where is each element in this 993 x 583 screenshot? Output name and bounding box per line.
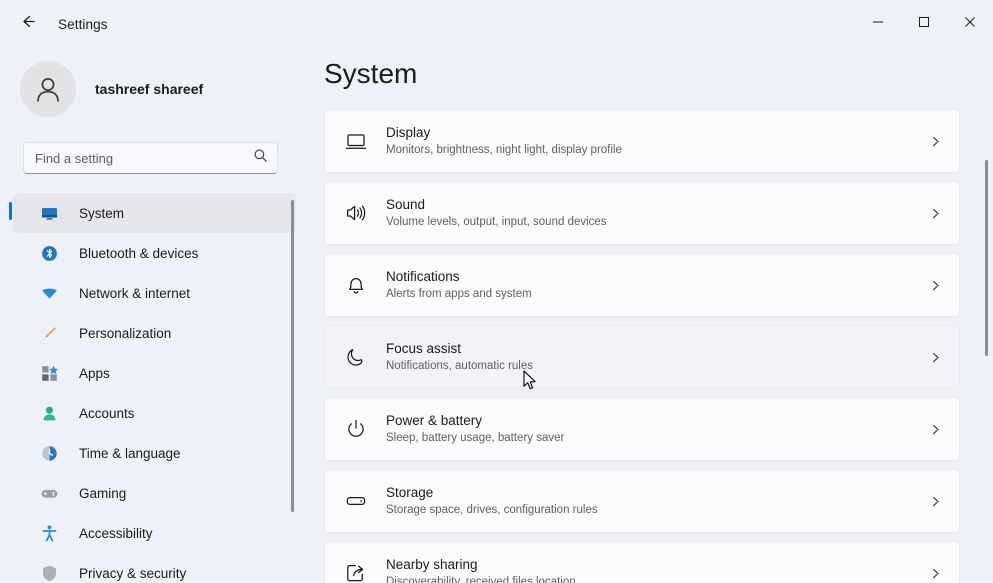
settings-card-nearby-sharing[interactable]: Nearby sharing Discoverability, received… — [324, 541, 960, 583]
card-subtitle: Storage space, drives, configuration rul… — [386, 504, 598, 516]
sidebar-item-time-language[interactable]: Time & language — [13, 433, 296, 473]
user-profile[interactable]: tashreef shareef — [20, 56, 310, 122]
sidebar-item-apps[interactable]: Apps — [13, 353, 296, 393]
title-bar: Settings — [0, 0, 993, 48]
main-scrollbar[interactable] — [985, 160, 988, 356]
power-icon — [342, 418, 370, 440]
maximize-button[interactable] — [901, 0, 947, 48]
back-arrow-icon — [19, 13, 36, 35]
card-title: Power & battery — [386, 413, 483, 428]
card-title: Nearby sharing — [386, 557, 478, 572]
apps-grid-icon — [37, 364, 61, 383]
sidebar-item-label: Privacy & security — [79, 565, 187, 581]
card-subtitle: Volume levels, output, input, sound devi… — [386, 216, 607, 228]
account-person-icon — [37, 404, 61, 423]
maximize-icon — [918, 15, 930, 33]
search-input[interactable] — [35, 150, 253, 166]
wifi-icon — [37, 284, 61, 303]
sidebar-item-label: System — [79, 205, 125, 221]
chevron-right-icon — [929, 135, 942, 148]
settings-card-notifications[interactable]: Notifications Alerts from apps and syste… — [324, 253, 960, 317]
card-text: Nearby sharing Discoverability, received… — [386, 556, 576, 583]
sidebar-item-label: Time & language — [79, 445, 181, 461]
settings-window: Settings tashreef shareef Find a setting… — [0, 0, 993, 583]
window-controls — [855, 0, 993, 48]
close-button[interactable] — [947, 0, 993, 48]
card-text: Notifications Alerts from apps and syste… — [386, 268, 532, 302]
card-text: Focus assist Notifications, automatic ru… — [386, 340, 533, 374]
chevron-right-icon — [929, 423, 942, 436]
card-title: Notifications — [386, 269, 460, 284]
sidebar-item-label: Apps — [79, 365, 110, 381]
sidebar-item-personalization[interactable]: Personalization — [13, 313, 296, 353]
settings-card-power-battery[interactable]: Power & battery Sleep, battery usage, ba… — [324, 397, 960, 461]
back-button[interactable] — [10, 8, 44, 40]
card-text: Storage Storage space, drives, configura… — [386, 484, 598, 518]
card-title: Sound — [386, 197, 426, 212]
sidebar-item-label: Gaming — [79, 485, 127, 501]
minimize-button[interactable] — [855, 0, 901, 48]
settings-card-focus-assist[interactable]: Focus assist Notifications, automatic ru… — [324, 325, 960, 389]
sidebar-item-label: Accounts — [79, 405, 135, 421]
gamepad-icon — [37, 484, 61, 503]
sidebar-scrollbar[interactable] — [291, 200, 294, 512]
drive-icon — [342, 490, 370, 512]
chevron-right-icon — [929, 495, 942, 508]
sidebar-item-accessibility[interactable]: Accessibility — [13, 513, 296, 553]
card-subtitle: Monitors, brightness, night light, displ… — [386, 144, 622, 156]
settings-card-display[interactable]: Display Monitors, brightness, night ligh… — [324, 109, 960, 173]
sidebar: tashreef shareef Syste — [0, 48, 310, 583]
sidebar-item-label: Bluetooth & devices — [79, 245, 199, 261]
bell-icon — [342, 274, 370, 296]
sidebar-item-system[interactable]: System — [9, 193, 296, 233]
speaker-icon — [342, 202, 370, 224]
chevron-right-icon — [929, 279, 942, 292]
monitor-icon — [37, 204, 61, 223]
minimize-icon — [872, 15, 884, 33]
bluetooth-icon — [37, 244, 61, 263]
chevron-right-icon — [929, 351, 942, 364]
close-icon — [964, 15, 976, 33]
share-icon — [342, 562, 370, 583]
search-box[interactable] — [23, 142, 278, 174]
card-subtitle: Discoverability, received files location — [386, 576, 576, 583]
sidebar-item-gaming[interactable]: Gaming — [13, 473, 296, 513]
main-content: System Display Monitors, brightness, nig… — [310, 48, 993, 583]
profile-name: tashreef shareef — [95, 81, 204, 97]
sidebar-item-label: Network & internet — [79, 285, 191, 301]
settings-card-list: Display Monitors, brightness, night ligh… — [310, 109, 993, 583]
app-title: Settings — [58, 16, 108, 32]
card-subtitle: Sleep, battery usage, battery saver — [386, 432, 565, 444]
clock-icon — [37, 444, 61, 463]
sidebar-item-bluetooth-devices[interactable]: Bluetooth & devices — [13, 233, 296, 273]
card-text: Display Monitors, brightness, night ligh… — [386, 124, 622, 158]
card-title: Focus assist — [386, 341, 462, 356]
card-subtitle: Alerts from apps and system — [386, 288, 532, 300]
sidebar-item-network-internet[interactable]: Network & internet — [13, 273, 296, 313]
card-title: Storage — [386, 485, 434, 500]
card-title: Display — [386, 125, 431, 140]
accessibility-person-icon — [37, 524, 61, 543]
settings-card-storage[interactable]: Storage Storage space, drives, configura… — [324, 469, 960, 533]
shield-lock-icon — [37, 564, 61, 583]
moon-icon — [342, 346, 370, 368]
sidebar-item-label: Accessibility — [79, 525, 153, 541]
paintbrush-icon — [37, 324, 61, 343]
sidebar-nav: System Bluetooth & devices Network & int… — [0, 193, 310, 581]
sidebar-item-privacy-security[interactable]: Privacy & security — [13, 553, 296, 583]
chevron-right-icon — [929, 207, 942, 220]
monitor-outline-icon — [342, 130, 370, 152]
avatar — [20, 61, 76, 117]
sidebar-item-label: Personalization — [79, 325, 172, 341]
sidebar-item-accounts[interactable]: Accounts — [13, 393, 296, 433]
chevron-right-icon — [929, 567, 942, 580]
settings-card-sound[interactable]: Sound Volume levels, output, input, soun… — [324, 181, 960, 245]
page-title: System — [324, 58, 418, 89]
search-icon — [253, 148, 268, 168]
card-text: Sound Volume levels, output, input, soun… — [386, 196, 607, 230]
card-subtitle: Notifications, automatic rules — [386, 360, 534, 372]
card-text: Power & battery Sleep, battery usage, ba… — [386, 412, 564, 446]
